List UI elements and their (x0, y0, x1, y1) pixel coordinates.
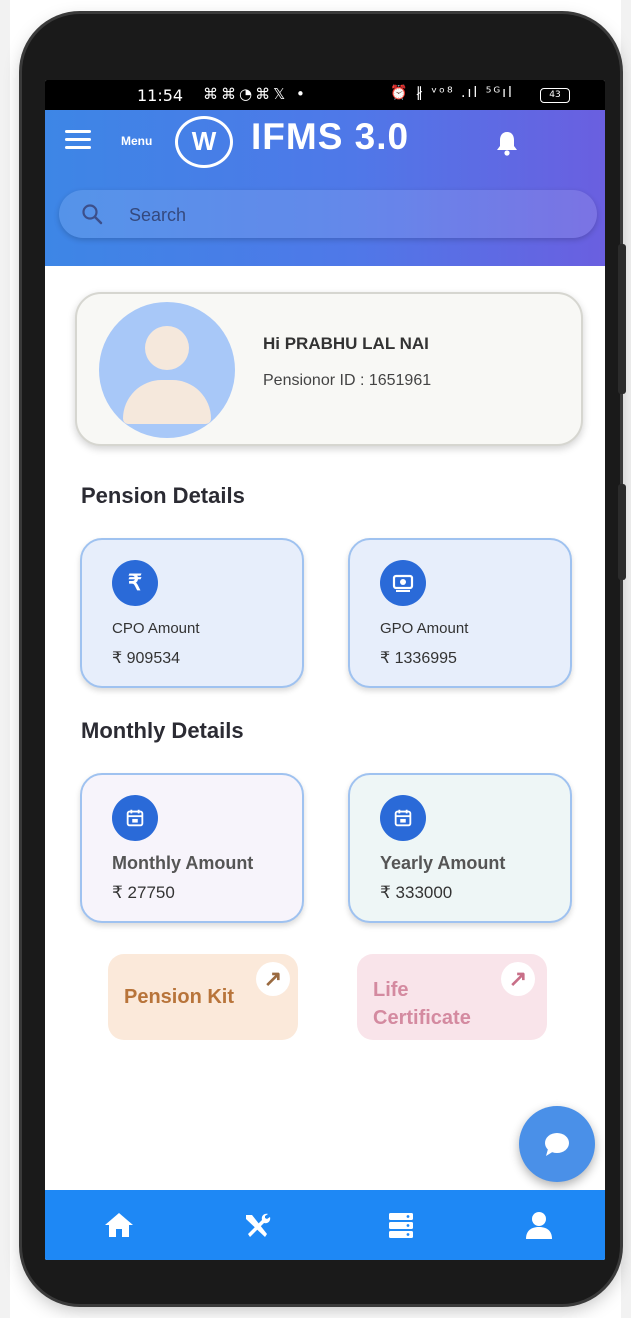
search-icon (82, 204, 103, 225)
battery-icon: 43 (540, 88, 570, 103)
card-label: CPO Amount (112, 620, 200, 637)
arrow-up-right-icon: ↗ (501, 962, 535, 996)
cpo-amount-card[interactable]: ₹ CPO Amount ₹ 909534 (80, 538, 304, 688)
pensioner-id: Pensionor ID : 1651961 (263, 372, 432, 389)
user-greeting: Hi PRABHU LAL NAI (263, 334, 429, 353)
logo-text: W (191, 126, 217, 156)
profile-card[interactable]: Hi PRABHU LAL NAI Pensionor ID : 1651961 (75, 292, 583, 446)
card-label: Yearly Amount (380, 853, 506, 873)
chat-button[interactable] (519, 1106, 595, 1182)
menu-label[interactable]: Menu (121, 134, 152, 148)
menu-icon[interactable] (65, 130, 91, 150)
server-icon[interactable] (385, 1210, 417, 1240)
yearly-amount-card[interactable]: Yearly Amount ₹ 333000 (348, 773, 572, 923)
app-screen: 11:54 ⌘⌘◔⌘𝕏 • ⏰ ∦ ᵛᵒ⁸ .ıl ⁵ᴳıl 43 Menu W… (45, 80, 605, 1260)
card-label: Monthly Amount (112, 853, 254, 873)
calendar-icon (112, 795, 158, 841)
user-icon[interactable] (523, 1210, 555, 1240)
cash-icon (380, 560, 426, 606)
status-time: 11:54 (137, 86, 184, 105)
card-value: ₹ 1336995 (380, 650, 457, 667)
notification-icons: ⌘⌘◔⌘𝕏 • (203, 85, 308, 103)
page-margin-right (621, 0, 631, 1318)
life-certificate-button[interactable]: Life Certificate ↗ (357, 954, 547, 1040)
monthly-details-title: Monthly Details (81, 718, 244, 743)
pension-details-title: Pension Details (81, 483, 245, 508)
card-value: ₹ 333000 (380, 883, 453, 902)
arrow-up-right-icon: ↗ (256, 962, 290, 996)
bottom-navigation (45, 1190, 605, 1260)
pension-kit-button[interactable]: Pension Kit ↗ (108, 954, 298, 1040)
gpo-amount-card[interactable]: GPO Amount ₹ 1336995 (348, 538, 572, 688)
pension-kit-label: Pension Kit (124, 986, 235, 1008)
search-bar[interactable] (59, 190, 597, 238)
card-label: GPO Amount (380, 620, 469, 637)
bell-icon[interactable] (495, 130, 519, 156)
volume-button (618, 244, 626, 394)
avatar (99, 302, 235, 438)
calendar-icon (380, 795, 426, 841)
card-value: ₹ 909534 (112, 650, 181, 667)
card-value: ₹ 27750 (112, 883, 175, 902)
status-bar: 11:54 ⌘⌘◔⌘𝕏 • ⏰ ∦ ᵛᵒ⁸ .ıl ⁵ᴳıl 43 (45, 80, 605, 110)
app-title: IFMS 3.0 (251, 116, 410, 157)
page-margin-left (0, 0, 10, 1318)
tools-icon[interactable] (241, 1210, 273, 1240)
signal-icons: ⏰ ∦ ᵛᵒ⁸ .ıl ⁵ᴳıl (390, 85, 514, 101)
life-certificate-label: Life Certificate (373, 979, 471, 1029)
rupee-icon: ₹ (112, 560, 158, 606)
home-icon[interactable] (103, 1210, 135, 1240)
monthly-amount-card[interactable]: Monthly Amount ₹ 27750 (80, 773, 304, 923)
app-header: Menu W IFMS 3.0 (45, 110, 605, 266)
search-input[interactable] (127, 200, 511, 230)
chat-icon (545, 1133, 569, 1156)
power-button (618, 484, 626, 580)
ifms-logo: W (175, 116, 233, 168)
